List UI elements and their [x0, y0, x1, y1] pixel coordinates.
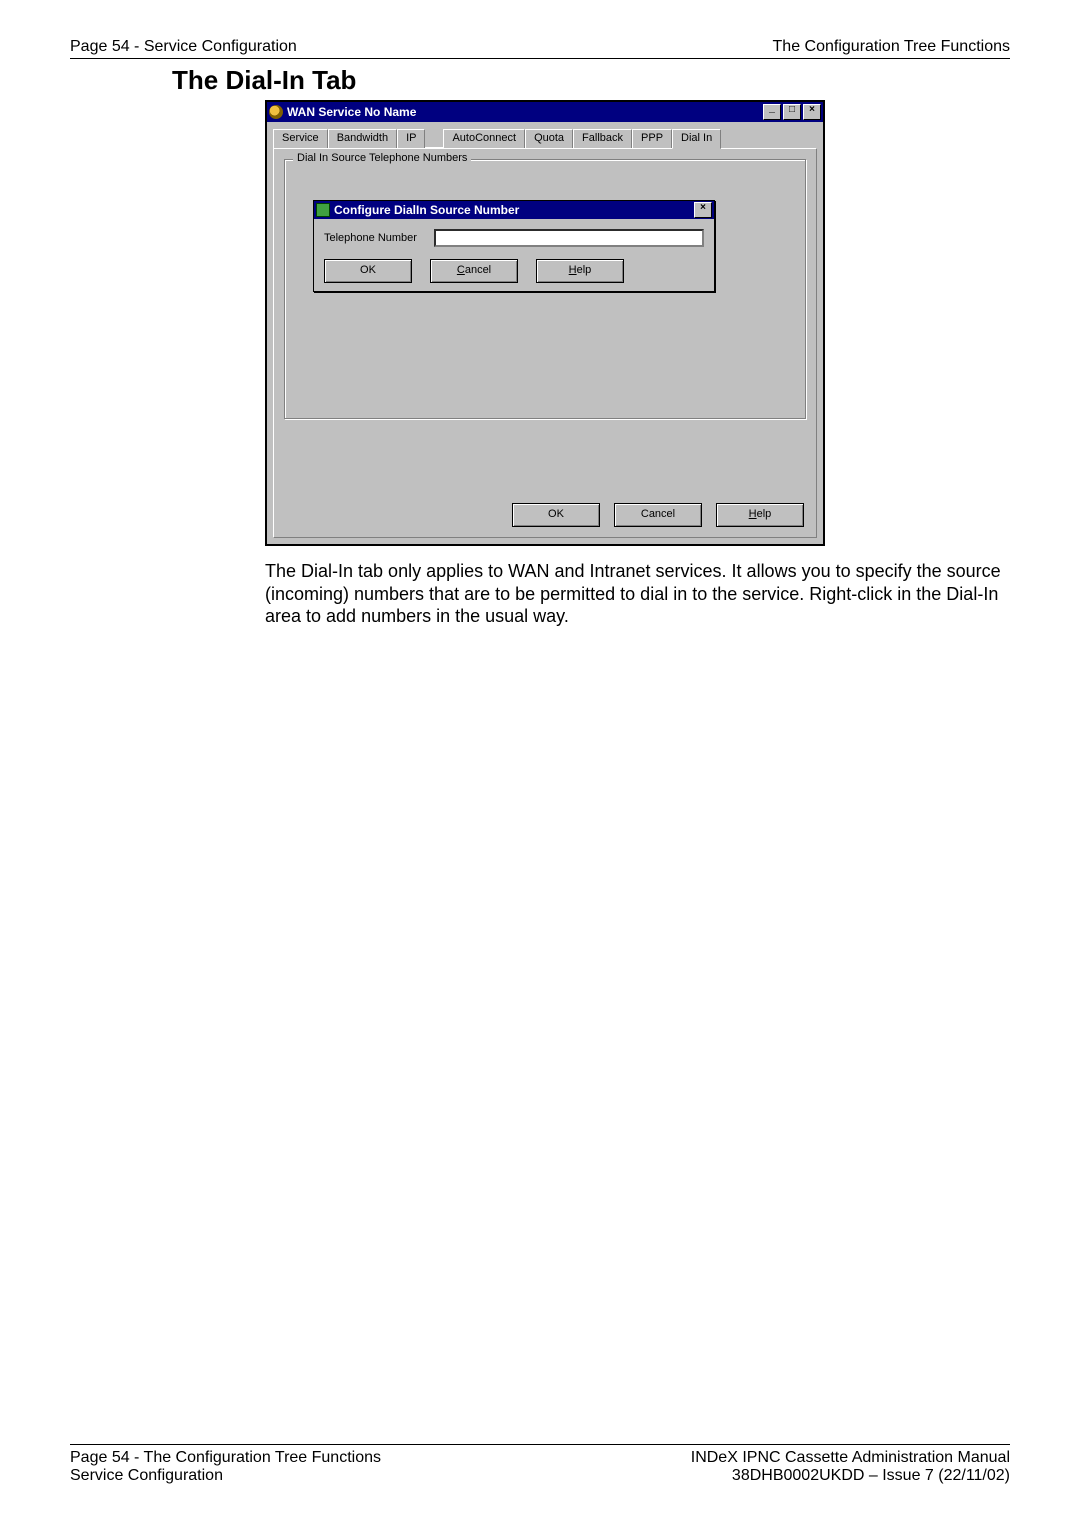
telephone-number-label: Telephone Number: [324, 232, 434, 244]
app-icon: [269, 105, 283, 119]
window-title: WAN Service No Name: [287, 105, 761, 119]
configure-dialin-popup: Configure DialIn Source Number × Telepho…: [313, 200, 715, 292]
window-help-button[interactable]: Help: [716, 503, 804, 527]
popup-icon: [316, 203, 330, 217]
wan-service-window: WAN Service No Name _ □ × Service Bandwi…: [265, 100, 825, 546]
telephone-number-input[interactable]: [434, 229, 704, 247]
window-cancel-button[interactable]: Cancel: [614, 503, 702, 527]
tab-ppp[interactable]: PPP: [632, 129, 672, 149]
window-ok-button[interactable]: OK: [512, 503, 600, 527]
section-title: The Dial-In Tab: [172, 65, 1010, 96]
footer-left-line1: Page 54 - The Configuration Tree Functio…: [70, 1449, 381, 1467]
tab-fallback[interactable]: Fallback: [573, 129, 632, 149]
close-button[interactable]: ×: [803, 104, 821, 120]
dialin-source-groupbox[interactable]: Dial In Source Telephone Numbers Configu…: [284, 159, 806, 419]
tab-quota[interactable]: Quota: [525, 129, 573, 149]
popup-title: Configure DialIn Source Number: [334, 203, 692, 217]
footer-right-line2: 38DHB0002UKDD – Issue 7 (22/11/02): [691, 1467, 1010, 1485]
header-right: The Configuration Tree Functions: [773, 38, 1010, 56]
tab-gap: [425, 128, 443, 148]
window-titlebar[interactable]: WAN Service No Name _ □ ×: [267, 102, 823, 122]
popup-titlebar[interactable]: Configure DialIn Source Number ×: [314, 201, 714, 219]
groupbox-legend: Dial In Source Telephone Numbers: [293, 152, 471, 164]
popup-ok-button[interactable]: OK: [324, 259, 412, 283]
tab-row: Service Bandwidth IP AutoConnect Quota F…: [273, 128, 817, 148]
header-left: Page 54 - Service Configuration: [70, 38, 297, 56]
minimize-button[interactable]: _: [763, 104, 781, 120]
popup-help-button[interactable]: Help: [536, 259, 624, 283]
maximize-button[interactable]: □: [783, 104, 801, 120]
popup-cancel-button[interactable]: Cancel: [430, 259, 518, 283]
dialin-tab-pane: Dial In Source Telephone Numbers Configu…: [273, 148, 817, 538]
tab-ip[interactable]: IP: [397, 129, 425, 149]
footer-left-line2: Service Configuration: [70, 1467, 381, 1485]
tab-autoconnect[interactable]: AutoConnect: [443, 129, 525, 149]
popup-close-button[interactable]: ×: [694, 202, 712, 218]
body-paragraph: The Dial-In tab only applies to WAN and …: [265, 560, 1025, 628]
tab-bandwidth[interactable]: Bandwidth: [328, 129, 397, 149]
tab-service[interactable]: Service: [273, 129, 328, 149]
footer-right-line1: INDeX IPNC Cassette Administration Manua…: [691, 1449, 1010, 1467]
tab-dialin[interactable]: Dial In: [672, 129, 721, 149]
